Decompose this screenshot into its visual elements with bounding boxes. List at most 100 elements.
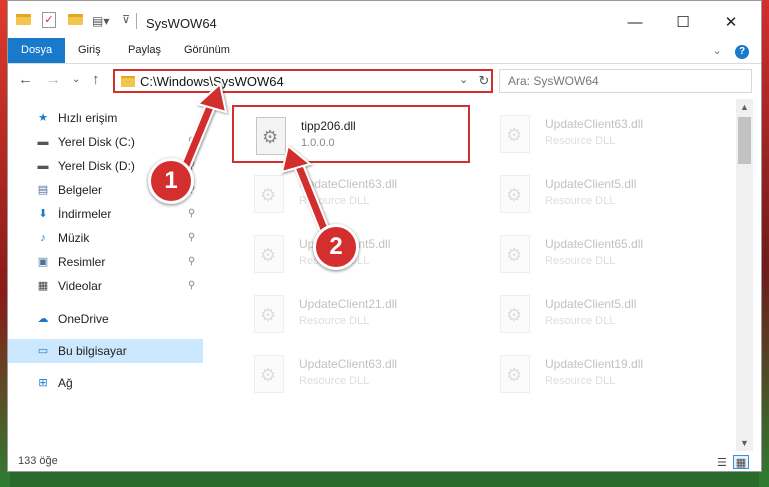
sidebar-item-label: Resimler bbox=[58, 255, 106, 269]
sidebar-item[interactable]: ☁ OneDrive bbox=[8, 307, 203, 331]
address-path[interactable]: C:\Windows\SysWOW64 bbox=[140, 74, 284, 89]
dll-file-icon bbox=[500, 115, 530, 153]
refresh-icon[interactable]: ↻ bbox=[474, 69, 494, 93]
music-icon: ♪ bbox=[40, 232, 46, 244]
vertical-scrollbar[interactable]: ▲ ▼ bbox=[736, 99, 753, 451]
file-name: tipp206.dll bbox=[301, 119, 356, 133]
pin-icon[interactable]: ⚲ bbox=[188, 226, 195, 250]
expand-ribbon-icon[interactable]: ⌄ bbox=[712, 45, 721, 57]
explorer-window: ✓ ▤▾ ⊽ SysWOW64 — ☐ ✕ Dosya Giriş Paylaş… bbox=[7, 0, 762, 472]
sidebar-item[interactable]: ★ Hızlı erişim bbox=[8, 106, 203, 130]
dll-file-icon bbox=[254, 175, 284, 213]
quick-access-dropdown-icon[interactable]: ⊽ bbox=[122, 13, 130, 29]
sidebar-item-label: İndirmeler bbox=[58, 207, 112, 221]
sidebar-item[interactable]: ▭ Bu bilgisayar bbox=[8, 339, 203, 363]
drive-icon: ▬ bbox=[37, 136, 49, 148]
search-box[interactable]: Ara: SysWOW64 bbox=[499, 69, 752, 93]
sidebar-item-label: Yerel Disk (D:) bbox=[58, 159, 135, 173]
dll-file-icon bbox=[500, 175, 530, 213]
drive-icon: ▬ bbox=[37, 160, 49, 172]
address-bar[interactable]: C:\Windows\SysWOW64 ⌄ bbox=[113, 69, 493, 93]
sidebar-item[interactable]: ⊞ Ağ bbox=[8, 371, 203, 395]
sidebar-item[interactable]: ▬ Yerel Disk (C:) ⚲ bbox=[8, 130, 203, 154]
documents-icon: ▤ bbox=[37, 184, 49, 196]
file-tile[interactable]: UpdateClient65.dll Resource DLL bbox=[478, 225, 718, 283]
recent-locations-chevron-icon[interactable]: ⌄ bbox=[72, 74, 80, 85]
file-description: Resource DLL bbox=[545, 255, 616, 267]
help-icon[interactable]: ? bbox=[735, 45, 749, 59]
scrollbar-thumb[interactable] bbox=[738, 117, 751, 164]
ribbon-tabs: Dosya Giriş Paylaş Görünüm ⌄ ? bbox=[8, 38, 761, 64]
scroll-up-icon[interactable]: ▲ bbox=[740, 102, 749, 112]
dll-file-icon bbox=[256, 117, 286, 155]
view-switcher: ☰ ▦ bbox=[714, 455, 749, 470]
file-tile[interactable]: UpdateClient63.dll Resource DLL bbox=[478, 105, 718, 163]
download-icon: ⬇ bbox=[38, 208, 48, 220]
window-title: SysWOW64 bbox=[146, 16, 217, 31]
tab-view[interactable]: Görünüm bbox=[184, 38, 230, 63]
annotation-badge-1: 1 bbox=[148, 158, 194, 204]
file-tile-selected[interactable]: tipp206.dll 1.0.0.0 bbox=[232, 105, 470, 163]
item-count: 133 öğe bbox=[18, 455, 58, 467]
file-tile[interactable]: UpdateClient21.dll Resource DLL bbox=[232, 285, 472, 343]
file-tile[interactable]: UpdateClient19.dll Resource DLL bbox=[478, 345, 718, 403]
address-dropdown-chevron-icon[interactable]: ⌄ bbox=[459, 73, 468, 86]
forward-arrow-icon[interactable]: → bbox=[46, 71, 61, 88]
status-bar: 133 öğe ☰ ▦ bbox=[8, 451, 761, 471]
file-tile[interactable]: UpdateClient63.dll Resource DLL bbox=[232, 165, 472, 223]
file-description: Resource DLL bbox=[545, 135, 616, 147]
file-description: Resource DLL bbox=[299, 195, 370, 207]
back-arrow-icon[interactable]: ← bbox=[18, 71, 33, 88]
annotation-badge-2: 2 bbox=[313, 224, 359, 270]
dll-file-icon bbox=[500, 235, 530, 273]
ribbon-controls: ⌄ ? bbox=[712, 43, 749, 59]
tab-home[interactable]: Giriş bbox=[78, 38, 101, 63]
file-description: Resource DLL bbox=[299, 315, 370, 327]
sidebar-item[interactable]: ♪ Müzik ⚲ bbox=[8, 226, 203, 250]
tab-file[interactable]: Dosya bbox=[8, 38, 66, 63]
file-tile[interactable]: UpdateClient5.dll Resource DLL bbox=[478, 285, 718, 343]
file-description: Resource DLL bbox=[545, 375, 616, 387]
properties-icon[interactable]: ✓ bbox=[42, 12, 56, 28]
scroll-down-icon[interactable]: ▼ bbox=[740, 438, 749, 448]
navigation-bar: ← → ⌄ ↑ C:\Windows\SysWOW64 ⌄ ↻ Ara: Sys… bbox=[8, 65, 761, 99]
sidebar-item[interactable]: ⬇ İndirmeler ⚲ bbox=[8, 202, 203, 226]
tiles-view-icon[interactable]: ▦ bbox=[733, 455, 749, 469]
sidebar-item-label: Belgeler bbox=[58, 183, 103, 197]
dll-file-icon bbox=[500, 295, 530, 333]
minimize-button[interactable]: — bbox=[612, 9, 658, 37]
navigation-pane: ★ Hızlı erişim ▬ Yerel Disk (C:) ⚲ ▬ Yerel Dis… bbox=[8, 101, 203, 451]
file-tile[interactable]: UpdateClient63.dll Resource DLL bbox=[232, 345, 472, 403]
pin-icon[interactable]: ⚲ bbox=[188, 274, 195, 298]
up-arrow-icon[interactable]: ↑ bbox=[92, 71, 100, 88]
pin-icon[interactable]: ⚲ bbox=[188, 250, 195, 274]
dll-file-icon bbox=[254, 355, 284, 393]
tab-share[interactable]: Paylaş bbox=[128, 38, 161, 63]
file-name: UpdateClient65.dll bbox=[545, 237, 644, 251]
sidebar-item-label: Hızlı erişim bbox=[58, 111, 118, 125]
address-folder-icon bbox=[121, 76, 135, 87]
details-view-icon[interactable]: ☰ bbox=[714, 456, 730, 470]
dll-file-icon bbox=[254, 235, 284, 273]
file-name: UpdateClient19.dll bbox=[545, 357, 644, 371]
customize-toolbar-icon[interactable]: ▤▾ bbox=[92, 14, 109, 30]
dll-file-icon bbox=[254, 295, 284, 333]
folder-icon bbox=[16, 14, 31, 30]
sidebar-item[interactable]: ▣ Resimler ⚲ bbox=[8, 250, 203, 274]
file-name: UpdateClient21.dll bbox=[299, 297, 398, 311]
file-description: Resource DLL bbox=[299, 375, 370, 387]
maximize-button[interactable]: ☐ bbox=[660, 9, 706, 37]
star-icon: ★ bbox=[38, 112, 48, 124]
network-icon: ⊞ bbox=[38, 377, 48, 389]
new-folder-icon[interactable] bbox=[68, 14, 83, 30]
pin-icon[interactable]: ⚲ bbox=[188, 202, 195, 226]
dll-file-icon bbox=[500, 355, 530, 393]
pin-icon[interactable]: ⚲ bbox=[188, 130, 195, 154]
pictures-icon: ▣ bbox=[37, 256, 49, 268]
sidebar-item-label: Müzik bbox=[58, 231, 90, 245]
file-name: UpdateClient5.dll bbox=[545, 177, 637, 191]
sidebar-item[interactable]: ▦ Videolar ⚲ bbox=[8, 274, 203, 298]
file-name: UpdateClient63.dll bbox=[299, 177, 398, 191]
file-tile[interactable]: UpdateClient5.dll Resource DLL bbox=[478, 165, 718, 223]
close-button[interactable]: ✕ bbox=[708, 9, 754, 37]
